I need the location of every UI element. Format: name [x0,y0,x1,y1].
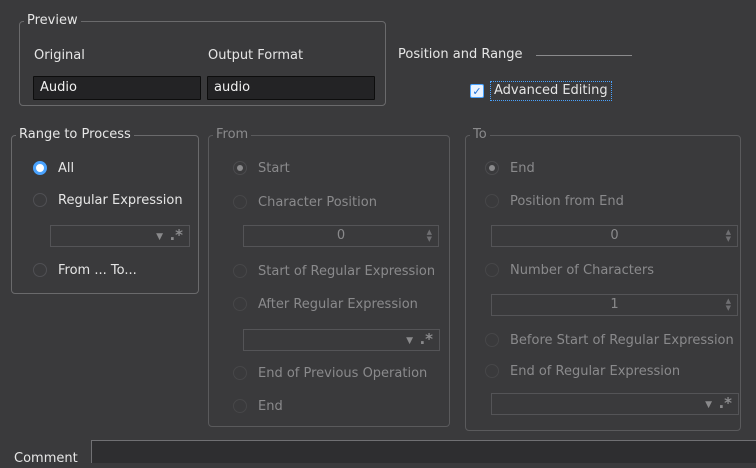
advanced-editing-checkbox[interactable]: ✓ Advanced Editing [470,81,612,101]
range-regex-combo[interactable]: ▼ .* [50,225,190,247]
range-regex-radio[interactable]: Regular Expression [33,191,183,209]
to-pos-from-end-label: Position from End [510,193,624,209]
preview-title: Preview [27,13,78,28]
regex-icon[interactable]: .* [419,330,433,348]
from-end-prev-label: End of Previous Operation [258,365,428,381]
radio-selected-icon [233,161,247,175]
advanced-editing-label: Advanced Editing [490,81,612,101]
output-format-label: Output Format [208,48,304,63]
radio-selected-icon [485,161,499,175]
to-pos-from-end-value: 0 [610,228,619,243]
to-num-chars-label: Number of Characters [510,262,654,278]
range-regex-label: Regular Expression [58,192,183,208]
from-end-label: End [258,398,283,414]
from-start-label: Start [258,160,290,176]
from-after-regex-label: After Regular Expression [258,296,418,312]
heading-divider [536,55,632,56]
from-end-radio[interactable]: End [233,397,283,415]
radio-icon [233,366,247,380]
position-range-heading: Position and Range [398,47,523,62]
to-title: To [473,127,487,142]
spin-arrows-icon[interactable]: ▲ ▼ [726,298,731,312]
radio-icon [485,333,499,347]
from-char-pos-radio[interactable]: Character Position [233,193,377,211]
radio-icon [33,193,47,207]
radio-icon [485,263,499,277]
to-pos-from-end-radio[interactable]: Position from End [485,192,624,210]
range-all-radio[interactable]: All [33,159,74,177]
to-end-radio[interactable]: End [485,159,535,177]
from-start-radio[interactable]: Start [233,159,290,177]
chevron-down-icon: ▼ [406,336,413,346]
to-end-regex-radio[interactable]: End of Regular Expression [485,362,680,380]
to-regex-combo[interactable]: ▼ .* [491,393,739,415]
range-all-label: All [58,160,75,176]
from-after-regex-radio[interactable]: After Regular Expression [233,295,418,313]
range-from-to-radio[interactable]: From ... To... [33,261,137,279]
chevron-down-icon: ▼ [705,400,712,410]
from-start-regex-label: Start of Regular Expression [258,263,436,279]
from-title: From [216,127,249,142]
from-regex-combo[interactable]: ▼ .* [243,329,440,351]
radio-icon [233,399,247,413]
to-num-chars-radio[interactable]: Number of Characters [485,261,654,279]
original-field[interactable]: Audio [33,76,201,100]
range-from-to-label: From ... To... [58,262,137,278]
to-end-regex-label: End of Regular Expression [510,363,681,379]
spin-arrows-icon[interactable]: ▲ ▼ [726,229,731,243]
radio-icon [233,264,247,278]
to-before-start-regex-label: Before Start of Regular Expression [510,332,734,348]
radio-icon [233,297,247,311]
from-char-pos-value: 0 [336,228,346,243]
range-to-process-title: Range to Process [19,127,131,142]
from-start-regex-radio[interactable]: Start of Regular Expression [233,262,435,280]
radio-icon [233,195,247,209]
radio-icon [485,364,499,378]
from-char-pos-label: Character Position [258,194,377,210]
spin-arrows-icon[interactable]: ▲ ▼ [427,229,432,243]
to-num-chars-spinbox[interactable]: 1 ▲ ▼ [491,294,738,316]
from-end-prev-radio[interactable]: End of Previous Operation [233,364,427,382]
to-pos-from-end-spinbox[interactable]: 0 ▲ ▼ [491,225,738,247]
to-before-start-regex-radio[interactable]: Before Start of Regular Expression [485,331,734,349]
original-label: Original [34,48,85,63]
from-char-pos-spinbox[interactable]: 0 ▲ ▼ [243,225,439,247]
comment-label: Comment [14,451,78,466]
radio-selected-icon [33,161,47,175]
radio-icon [33,263,47,277]
comment-field[interactable] [91,440,756,463]
to-num-chars-value: 1 [610,297,619,312]
check-icon: ✓ [470,84,484,98]
to-end-label: End [510,160,535,176]
radio-icon [485,194,499,208]
chevron-down-icon: ▼ [156,232,163,242]
regex-icon[interactable]: .* [169,226,183,244]
output-format-field[interactable]: audio [207,76,375,100]
regex-icon[interactable]: .* [718,394,732,412]
